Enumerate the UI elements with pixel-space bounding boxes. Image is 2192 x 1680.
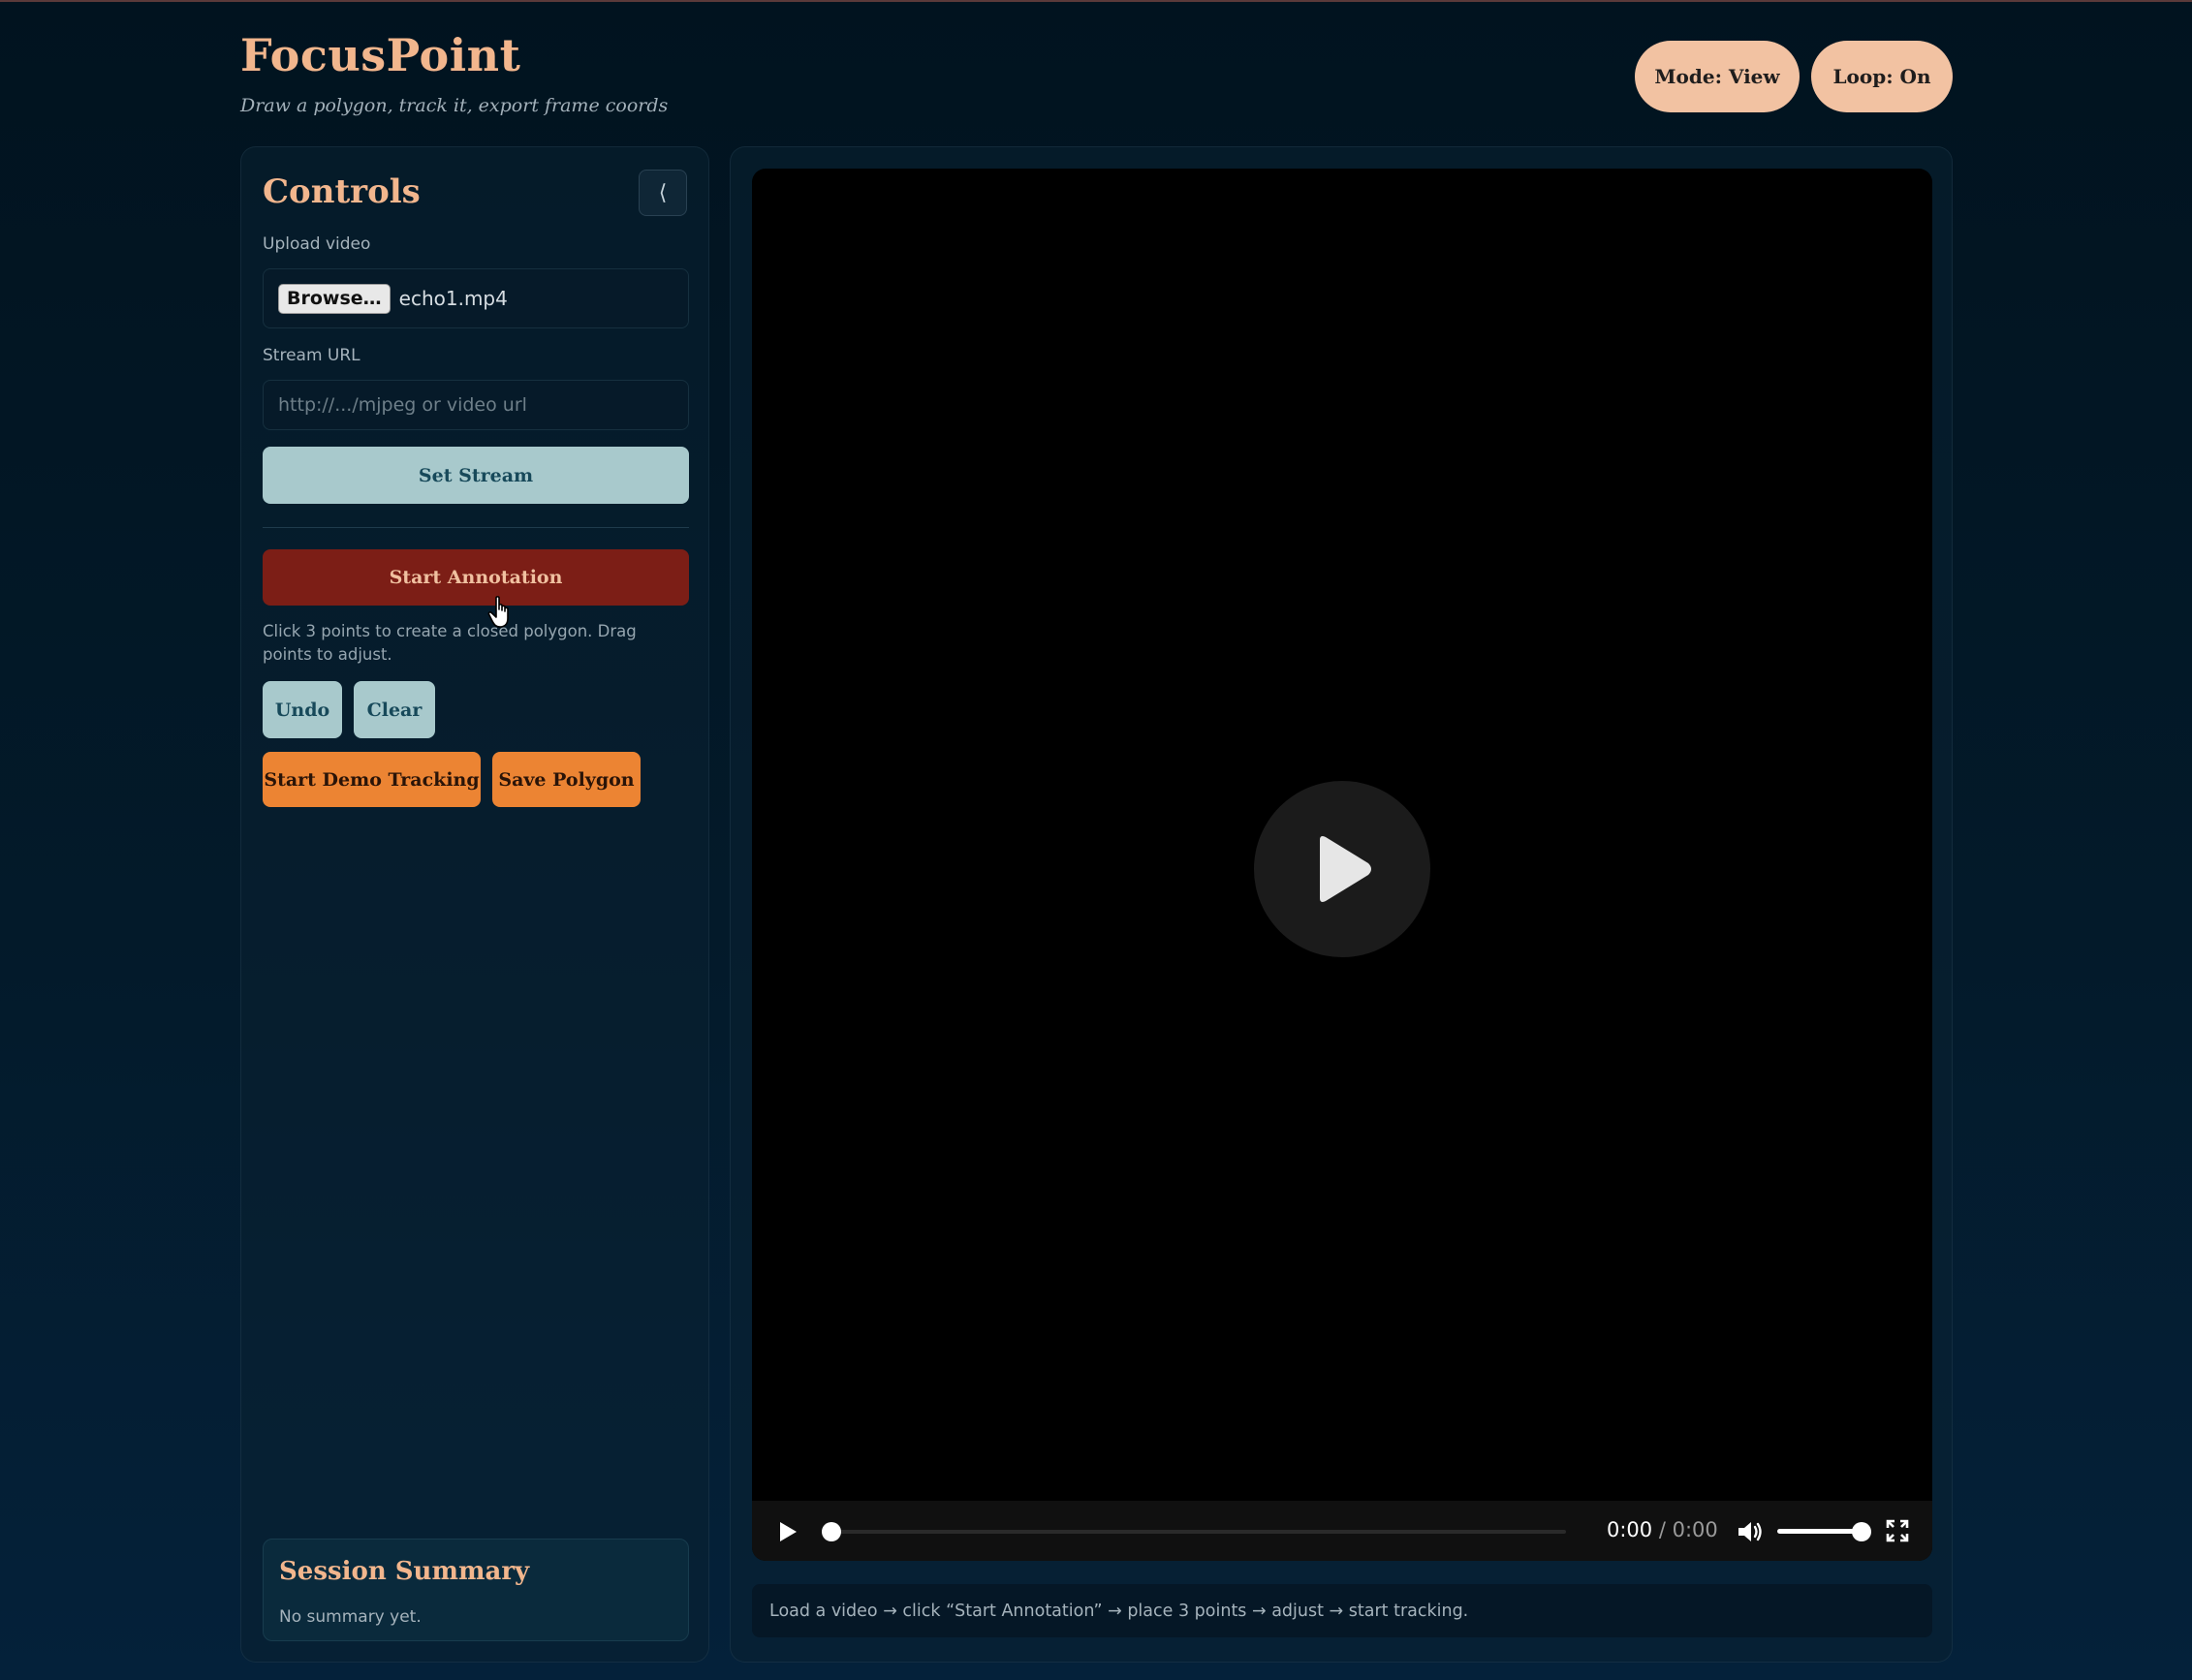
divider [263, 527, 689, 528]
annotation-hint: Click 3 points to create a closed polygo… [263, 622, 637, 664]
start-demo-tracking-button[interactable]: Start Demo Tracking [263, 752, 481, 807]
volume-icon[interactable] [1737, 1519, 1764, 1544]
selected-file-name: echo1.mp4 [398, 287, 508, 310]
stream-url-label: Stream URL [263, 346, 360, 365]
app-title: FocusPoint [240, 29, 521, 81]
seek-thumb[interactable] [822, 1522, 841, 1541]
time-separator: / [1658, 1518, 1666, 1541]
start-annotation-button[interactable]: Start Annotation [263, 549, 689, 606]
play-icon [1320, 836, 1371, 902]
session-summary: Session Summary No summary yet. [263, 1539, 689, 1641]
big-play-button[interactable] [1254, 781, 1430, 957]
app-subtitle: Draw a polygon, track it, export frame c… [240, 95, 669, 116]
seek-bar[interactable] [830, 1530, 1566, 1534]
undo-button[interactable]: Undo [263, 681, 342, 738]
session-summary-title: Session Summary [279, 1557, 530, 1586]
file-upload-field[interactable]: Browse… echo1.mp4 [263, 268, 689, 328]
video-stage: 0:00 / 0:00 Load a video → click “Start … [730, 146, 1953, 1663]
time-display: 0:00 / 0:00 [1607, 1518, 1718, 1541]
video-controls-bar: 0:00 / 0:00 [752, 1501, 1932, 1561]
upload-video-label: Upload video [263, 234, 371, 254]
volume-thumb[interactable] [1852, 1522, 1871, 1541]
browse-button[interactable]: Browse… [278, 283, 391, 314]
play-control-icon[interactable] [777, 1520, 799, 1543]
top-border [0, 0, 2192, 2]
save-polygon-button[interactable]: Save Polygon [492, 752, 641, 807]
current-time: 0:00 [1607, 1518, 1653, 1541]
mode-toggle-button[interactable]: Mode: View [1635, 41, 1800, 112]
controls-panel: Controls ⟨ Upload video Browse… echo1.mp… [240, 146, 709, 1663]
collapse-panel-button[interactable]: ⟨ [639, 170, 687, 216]
status-instructions: Load a video → click “Start Annotation” … [752, 1584, 1932, 1637]
loop-toggle-button[interactable]: Loop: On [1811, 41, 1953, 112]
duration: 0:00 [1672, 1518, 1718, 1541]
fullscreen-icon[interactable] [1886, 1519, 1909, 1542]
video-player[interactable]: 0:00 / 0:00 [752, 169, 1932, 1561]
chevron-left-icon: ⟨ [658, 180, 668, 204]
session-summary-text: No summary yet. [279, 1607, 422, 1627]
set-stream-button[interactable]: Set Stream [263, 447, 689, 504]
hand-cursor-icon [487, 596, 509, 628]
app-header: FocusPoint Draw a polygon, track it, exp… [240, 29, 668, 116]
controls-title: Controls [263, 172, 421, 211]
clear-button[interactable]: Clear [354, 681, 435, 738]
stream-url-input[interactable] [263, 380, 689, 430]
